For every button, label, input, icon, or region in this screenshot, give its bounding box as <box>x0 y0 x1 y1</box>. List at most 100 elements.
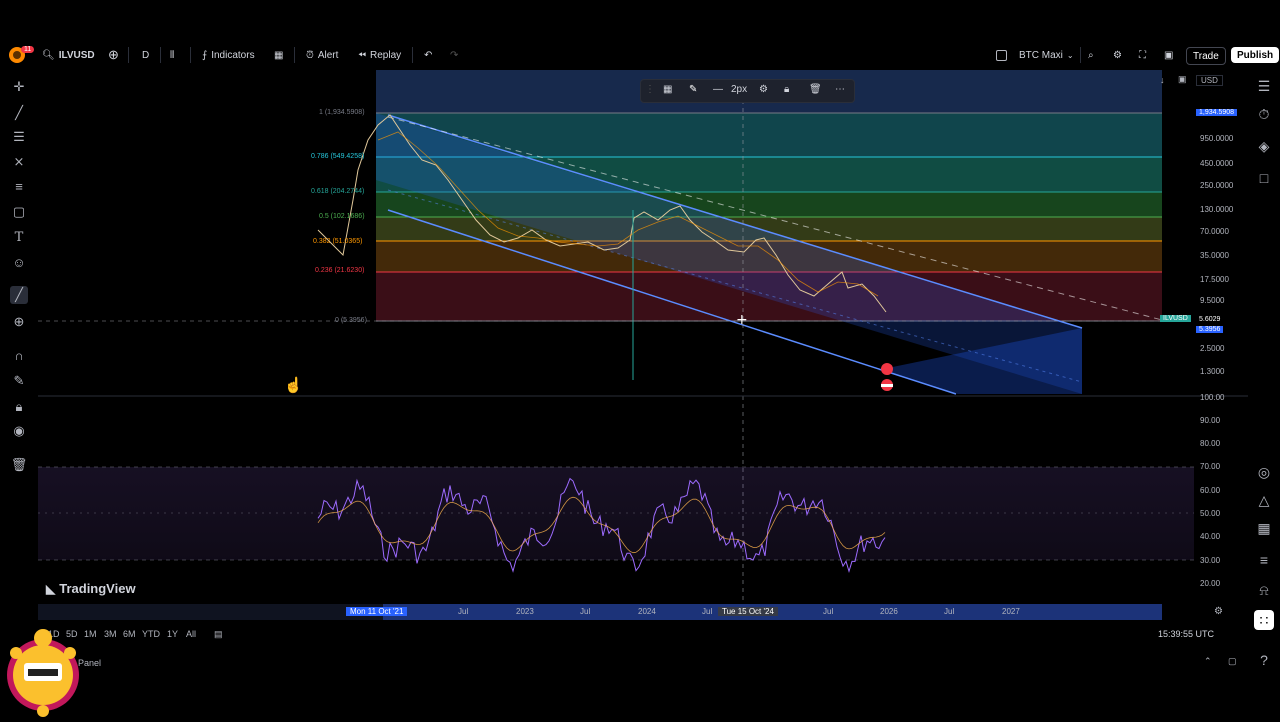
lock-icon[interactable]: 🔒︎ <box>784 84 789 95</box>
drag-handle-icon[interactable]: ⋮ <box>645 84 655 95</box>
range-3m[interactable]: 3M <box>104 629 117 639</box>
currency-selector[interactable]: USD <box>1196 75 1223 86</box>
price-tick: 450.0000 <box>1200 159 1234 168</box>
stroke-width-label[interactable]: 2px <box>731 84 747 95</box>
chat-icon[interactable]: □ <box>1254 168 1274 188</box>
last-price-label: 5.6029 <box>1196 316 1224 323</box>
magnet-icon: ∩ <box>14 348 24 363</box>
range-ytd[interactable]: YTD <box>142 629 160 639</box>
measure-tool[interactable]: ╱ <box>10 286 28 304</box>
pattern-tool[interactable]: ⨯ <box>10 153 28 171</box>
chart-type-button[interactable]: ⫴ <box>170 48 174 62</box>
watchlist-icon[interactable]: ☰ <box>1254 76 1274 96</box>
fullscreen-button[interactable]: ⛶ <box>1139 48 1146 62</box>
chevron-up-icon[interactable]: ⌃ <box>1204 656 1212 667</box>
quick-search-button[interactable]: ⌕ <box>1088 48 1094 62</box>
stay-in-drawing-tool[interactable]: ✎ <box>10 372 28 390</box>
layers-icon[interactable]: ◈ <box>1254 136 1274 156</box>
remove-tool[interactable]: 🗑︎ <box>10 456 28 474</box>
trash-icon[interactable]: 🗑︎ <box>809 84 822 95</box>
fib-label-1: 1 (1,934.5908) <box>319 109 365 116</box>
price-tick: 70.0000 <box>1200 227 1229 236</box>
news-icon[interactable]: ≡ <box>1254 550 1274 570</box>
notifications-icon[interactable]: ⍾ <box>1254 580 1274 600</box>
chart-canvas[interactable]: + <box>38 70 1248 626</box>
replay-label: Replay <box>370 49 402 61</box>
crosshair-tool[interactable]: ✛ <box>10 78 28 96</box>
time-tick: 2024 <box>638 607 656 616</box>
template-icon[interactable]: ▦ <box>663 84 672 95</box>
redo-icon: ↷ <box>450 49 459 61</box>
apps-grid-icon[interactable]: ∷ <box>1254 610 1274 630</box>
notification-badge: 11 <box>21 46 35 53</box>
projection-tool[interactable]: ≡ <box>10 178 28 196</box>
zoom-tool[interactable]: ⊕ <box>10 313 28 331</box>
icons-tool[interactable]: ☺ <box>10 254 28 272</box>
range-1y[interactable]: 1Y <box>167 629 178 639</box>
hide-tool[interactable]: ◉ <box>10 422 28 440</box>
price-tick: 950.0000 <box>1200 134 1234 143</box>
fullscreen-icon: ⛶ <box>1139 49 1146 61</box>
line-style-icon[interactable]: — <box>713 84 723 95</box>
redo-button[interactable]: ↷ <box>450 48 458 62</box>
grid-icon: ▦ <box>274 49 284 61</box>
trend-line-tool[interactable]: ╱ <box>10 104 28 122</box>
ruler-icon: ╱ <box>15 287 23 302</box>
rsi-tick: 20.00 <box>1200 579 1221 588</box>
download-icon[interactable]: ↓ <box>1160 75 1165 85</box>
target-icon[interactable]: ◎ <box>1254 462 1274 482</box>
tradingview-logo-icon: ◣ <box>46 581 56 596</box>
price-tick: 17.5000 <box>1200 275 1229 284</box>
candles-icon: ⫴ <box>170 49 175 61</box>
range-all[interactable]: All <box>186 629 196 639</box>
alert-label: Alert <box>317 49 339 61</box>
maximize-panel-icon[interactable]: ▢ <box>1228 656 1237 667</box>
geometric-tool[interactable]: ▢ <box>10 203 28 221</box>
color-pencil-icon[interactable]: ✎ <box>689 84 697 95</box>
publish-button[interactable]: Publish <box>1231 47 1280 63</box>
date-range-icon[interactable]: ▤ <box>214 629 223 640</box>
more-icon[interactable]: ⋯ <box>835 84 845 95</box>
time-axis[interactable]: Mon 11 Oct '21 Jul 2023 Jul 2024 Jul Tue… <box>38 604 1162 620</box>
avatar[interactable]: 11 <box>8 46 35 63</box>
trade-label: Trade <box>1193 50 1219 62</box>
layout-button[interactable]: BTC Maxi ⌄ <box>996 48 1074 62</box>
range-1m[interactable]: 1M <box>84 629 97 639</box>
ideas-icon[interactable]: △ <box>1254 490 1274 510</box>
undo-button[interactable]: ↶ <box>424 48 432 62</box>
settings-icon[interactable]: ⚙︎ <box>759 84 768 95</box>
symbol-search[interactable]: 🔍︎ ILVUSD <box>42 48 95 62</box>
templates-button[interactable]: ▦ <box>274 48 283 62</box>
magnet-tool[interactable]: ∩ <box>10 347 28 365</box>
price-tick: 2.5000 <box>1200 344 1225 353</box>
clock[interactable]: 15:39:55 UTC <box>1158 629 1214 639</box>
maximize-pane-icon[interactable]: ▣ <box>1178 74 1187 85</box>
alert-button[interactable]: ⏰︎ Alert <box>306 48 338 62</box>
trade-button[interactable]: Trade <box>1186 47 1226 65</box>
lock-tool[interactable]: 🔒︎ <box>10 398 28 416</box>
chart-pane[interactable]: + <box>38 70 1248 626</box>
snapshot-button[interactable]: ▣ <box>1164 48 1173 62</box>
fib-tool[interactable]: ☰ <box>10 128 28 146</box>
svg-text:+: + <box>736 312 748 328</box>
replay-button[interactable]: ⏪︎ Replay <box>358 48 401 62</box>
settings-button[interactable]: ⚙︎ <box>1113 48 1122 62</box>
indicators-button[interactable]: ⨍ Indicators <box>202 48 255 62</box>
alerts-icon[interactable]: ⏱︎ <box>1254 104 1274 124</box>
price-tick: 35.0000 <box>1200 251 1229 260</box>
smiley-icon: ☺ <box>12 255 26 270</box>
top-price-label: 1,934.5908 <box>1196 109 1238 116</box>
calendar-icon[interactable]: ▦ <box>1254 518 1274 538</box>
price-scale[interactable]: USD 1,934.5908 950.0000 450.0000 250.000… <box>1160 70 1248 626</box>
fib-label-0: 0 (5.3956) <box>335 317 367 324</box>
time-tick: Jul <box>458 607 469 616</box>
range-6m[interactable]: 6M <box>123 629 136 639</box>
text-tool[interactable]: T <box>10 228 28 246</box>
indicators-label: Indicators <box>211 49 255 61</box>
interval-button[interactable]: D <box>142 48 149 62</box>
scale-settings-icon[interactable]: ⚙︎ <box>1214 606 1223 617</box>
plus-circle-icon: ⊕ <box>108 47 119 62</box>
compare-button[interactable]: ⊕ <box>108 47 119 62</box>
help-icon[interactable]: ? <box>1254 650 1274 670</box>
alarm-clock-icon: ⏰︎ <box>306 49 314 61</box>
